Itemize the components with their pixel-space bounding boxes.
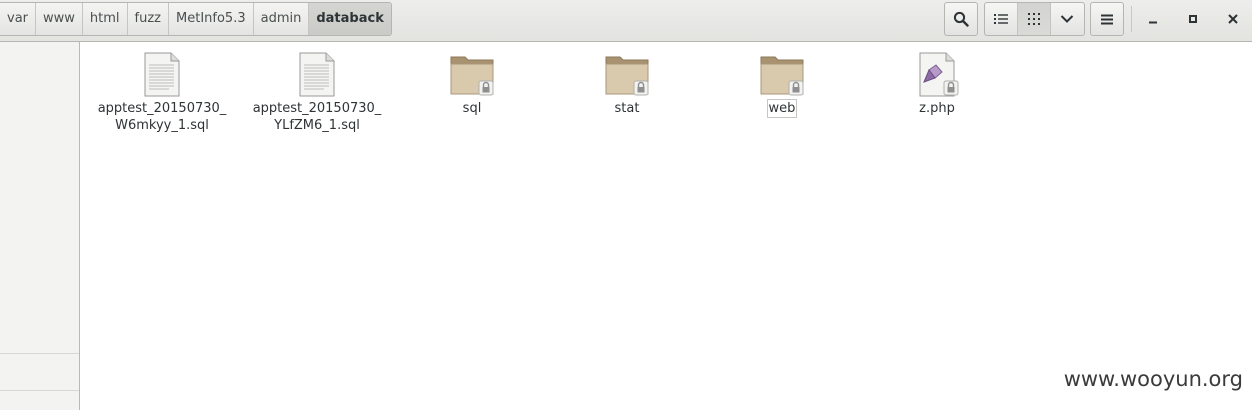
folder-item[interactable]: sql <box>397 52 547 117</box>
file-name-line2: W6mkyy_1.sql <box>115 118 209 133</box>
breadcrumb-admin[interactable]: admin <box>252 3 309 35</box>
grid-view-button[interactable] <box>1017 3 1050 35</box>
places-sidebar[interactable] <box>0 42 80 410</box>
chevron-down-icon <box>1060 15 1074 23</box>
minimize-button[interactable] <box>1140 6 1166 32</box>
search-button[interactable] <box>944 2 978 36</box>
file-name: z.php <box>919 101 955 116</box>
breadcrumb-var[interactable]: var <box>0 3 35 35</box>
text-document-icon <box>139 52 185 98</box>
breadcrumb-metinfo[interactable]: MetInfo5.3 <box>168 3 253 35</box>
close-button[interactable] <box>1220 6 1246 32</box>
breadcrumb-www[interactable]: www <box>35 3 82 35</box>
folder-item[interactable]: stat <box>552 52 702 117</box>
breadcrumb: var www html fuzz MetInfo5.3 admin datab… <box>0 2 392 36</box>
folder-name: sql <box>462 101 482 116</box>
view-options-button[interactable] <box>1050 3 1083 35</box>
header-bar: var www html fuzz MetInfo5.3 admin datab… <box>0 0 1252 42</box>
sidebar-divider <box>0 353 79 354</box>
file-name-line1: apptest_20150730_ <box>252 101 382 116</box>
locked-folder-icon <box>759 52 805 98</box>
maximize-icon <box>1189 15 1197 23</box>
file-item[interactable]: z.php <box>862 52 1012 117</box>
breadcrumb-fuzz[interactable]: fuzz <box>126 3 168 35</box>
folder-name: web <box>766 99 798 118</box>
minimize-icon <box>1149 21 1157 24</box>
file-item[interactable]: apptest_20150730_ W6mkyy_1.sql <box>87 52 237 134</box>
header-separator <box>1131 6 1132 32</box>
sidebar-divider <box>0 390 79 391</box>
close-icon <box>1228 14 1238 24</box>
search-icon <box>953 11 969 27</box>
text-document-icon <box>294 52 340 98</box>
maximize-button[interactable] <box>1180 6 1206 32</box>
list-view-button[interactable] <box>985 3 1017 35</box>
menu-button[interactable] <box>1090 2 1124 36</box>
file-name-line1: apptest_20150730_ <box>97 101 227 116</box>
file-item[interactable]: apptest_20150730_ YLfZM6_1.sql <box>242 52 392 134</box>
view-switcher <box>984 2 1085 36</box>
file-name-line2: YLfZM6_1.sql <box>274 118 360 133</box>
locked-folder-icon <box>604 52 650 98</box>
php-script-icon <box>914 52 960 98</box>
folder-item[interactable]: web <box>707 52 857 118</box>
grid-view-icon <box>1028 13 1040 25</box>
breadcrumb-databack[interactable]: databack <box>308 3 391 35</box>
list-view-icon <box>994 14 1008 24</box>
hamburger-menu-icon <box>1101 14 1113 24</box>
locked-folder-icon <box>449 52 495 98</box>
folder-name: stat <box>614 101 640 116</box>
watermark: www.wooyun.org <box>1063 367 1243 391</box>
breadcrumb-html[interactable]: html <box>81 3 127 35</box>
